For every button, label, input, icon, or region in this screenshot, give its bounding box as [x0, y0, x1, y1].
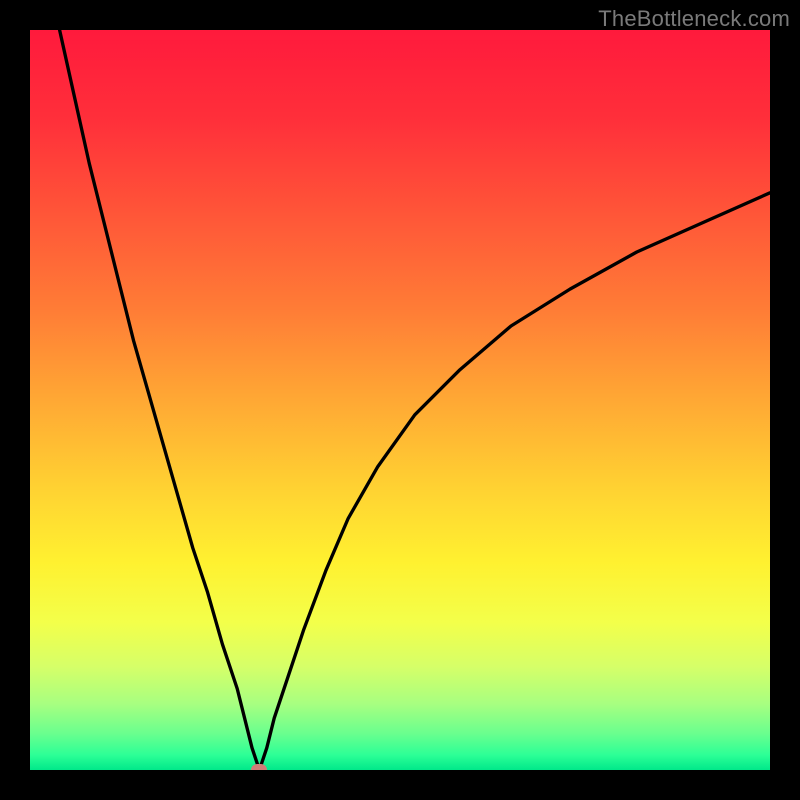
plot-area [30, 30, 770, 770]
bottleneck-curve [30, 30, 770, 770]
chart-frame: TheBottleneck.com [0, 0, 800, 800]
watermark-text: TheBottleneck.com [598, 6, 790, 32]
vertex-marker [251, 764, 267, 770]
